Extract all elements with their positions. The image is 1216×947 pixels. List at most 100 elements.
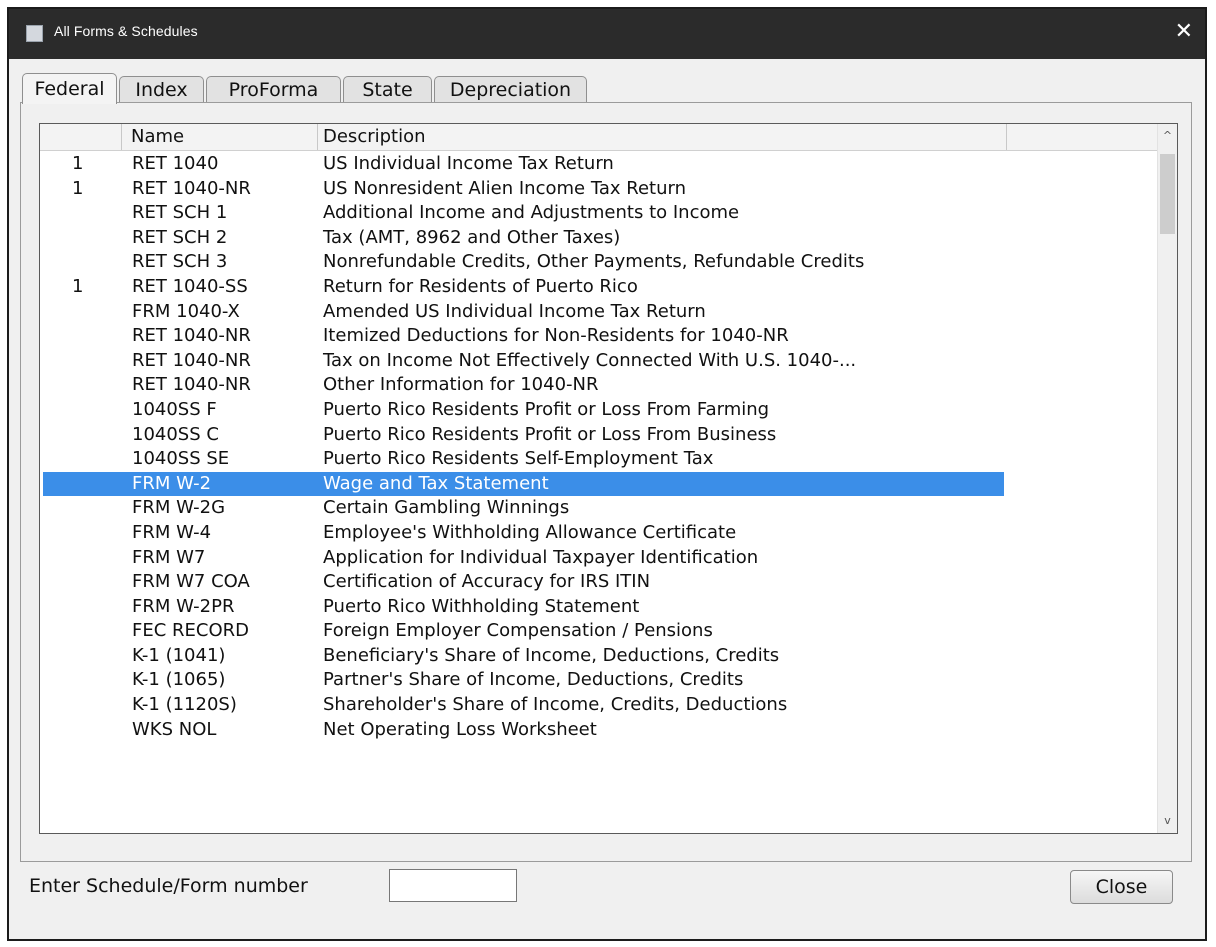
list-header: Name Description: [40, 124, 1157, 151]
list-row[interactable]: FRM 1040-X Amended US Individual Income T…: [40, 300, 1157, 325]
list-row[interactable]: WKS NOL Net Operating Loss Worksheet: [40, 718, 1157, 743]
tab-index[interactable]: Index: [119, 76, 204, 103]
row-name: K-1 (1041): [132, 644, 226, 666]
scroll-thumb[interactable]: [1160, 154, 1175, 234]
row-name: K-1 (1120S): [132, 694, 237, 716]
title-bar: All Forms & Schedules ✕: [9, 9, 1205, 59]
list-row[interactable]: 1 RET 1040-SS Return for Residents of Puer…: [40, 275, 1157, 300]
tab-state[interactable]: State: [343, 76, 432, 103]
row-name: FRM W-4: [132, 521, 212, 543]
scroll-down-icon[interactable]: v: [1158, 811, 1177, 831]
row-description: Additional Income and Adjustments to Inc…: [323, 202, 740, 224]
list-row[interactable]: FRM W7 COA Certification of Accuracy for …: [40, 570, 1157, 595]
list-row[interactable]: RET SCH 3 Nonrefundable Credits, Other Pa…: [40, 250, 1157, 275]
row-description: Itemized Deductions for Non-Residents fo…: [323, 325, 789, 347]
list-row[interactable]: FRM W7 Application for Individual Taxpaye…: [40, 546, 1157, 571]
row-description: US Individual Income Tax Return: [323, 153, 614, 174]
row-description: Tax (AMT, 8962 and Other Taxes): [323, 226, 621, 248]
close-icon[interactable]: ✕: [1175, 19, 1193, 45]
list-row-selected[interactable]: FRM W-2 Wage and Tax Statement: [40, 471, 1157, 497]
close-button[interactable]: Close: [1070, 870, 1173, 904]
row-name: RET 1040-SS: [132, 275, 248, 297]
row-name: RET 1040-NR: [132, 177, 251, 199]
tab-federal[interactable]: Federal: [22, 73, 117, 104]
row-description: Shareholder's Share of Income, Credits, …: [323, 694, 788, 716]
vertical-scrollbar[interactable]: ^ v: [1157, 124, 1177, 833]
forms-list[interactable]: Name Description 1 RET 1040 US Individual …: [39, 123, 1178, 834]
list-row[interactable]: RET SCH 2 Tax (AMT, 8962 and Other Taxes): [40, 226, 1157, 251]
list-row[interactable]: RET 1040-NR Itemized Deductions for Non-R…: [40, 324, 1157, 349]
row-count: 1: [72, 153, 84, 174]
tab-panel: Name Description 1 RET 1040 US Individual …: [20, 102, 1192, 862]
list-row[interactable]: FRM W-2PR Puerto Rico Withholding Stateme…: [40, 595, 1157, 620]
list-row[interactable]: 1040SS F Puerto Rico Residents Profit or …: [40, 398, 1157, 423]
row-count: 1: [72, 177, 84, 199]
row-description: Puerto Rico Residents Self-Employment Ta…: [323, 448, 714, 470]
row-description: Employee's Withholding Allowance Certifi…: [323, 521, 737, 543]
row-name: FEC RECORD: [132, 620, 249, 642]
list-rows: 1 RET 1040 US Individual Income Tax Return…: [40, 152, 1157, 742]
row-description: Amended US Individual Income Tax Return: [323, 300, 706, 322]
row-description: Puerto Rico Residents Profit or Loss Fro…: [323, 423, 777, 445]
tab-proforma[interactable]: ProForma: [206, 76, 341, 103]
row-name: RET 1040-NR: [132, 325, 251, 347]
row-name: RET SCH 2: [132, 226, 228, 248]
list-row[interactable]: FEC RECORD Foreign Employer Compensation …: [40, 619, 1157, 644]
row-name: 1040SS C: [132, 423, 219, 445]
column-header-count[interactable]: [40, 124, 122, 150]
row-name: 1040SS F: [132, 398, 217, 420]
row-name: RET SCH 3: [132, 251, 228, 273]
row-name: RET 1040-NR: [132, 349, 251, 371]
row-name: FRM W-2: [132, 472, 212, 494]
row-name: FRM W-2PR: [132, 595, 235, 617]
app-icon: [26, 25, 43, 42]
row-name: FRM W7: [132, 546, 206, 568]
row-description: Other Information for 1040-NR: [323, 374, 599, 396]
row-description: Tax on Income Not Effectively Connected …: [323, 349, 857, 371]
list-row[interactable]: 1040SS SE Puerto Rico Residents Self-Empl…: [40, 447, 1157, 472]
forms-dialog: All Forms & Schedules ✕ Federal Index Pr…: [7, 7, 1207, 941]
schedule-number-input[interactable]: [389, 869, 517, 902]
row-description: Certification of Accuracy for IRS ITIN: [323, 571, 651, 593]
column-header-name[interactable]: Name: [122, 124, 318, 150]
row-name: RET 1040-NR: [132, 374, 251, 396]
row-description: Puerto Rico Residents Profit or Loss Fro…: [323, 398, 770, 420]
list-row[interactable]: RET 1040-NR Other Information for 1040-NR: [40, 373, 1157, 398]
list-row[interactable]: RET SCH 1 Additional Income and Adjustmen…: [40, 201, 1157, 226]
list-row[interactable]: 1040SS C Puerto Rico Residents Profit or …: [40, 423, 1157, 448]
column-header-blank: [1007, 124, 1159, 150]
row-description: Certain Gambling Winnings: [323, 497, 570, 519]
row-description: US Nonresident Alien Income Tax Return: [323, 177, 686, 199]
list-row[interactable]: K-1 (1120S) Shareholder's Share of Income…: [40, 693, 1157, 718]
row-description: Puerto Rico Withholding Statement: [323, 595, 640, 617]
row-name: RET 1040: [132, 153, 219, 174]
list-row[interactable]: 1 RET 1040 US Individual Income Tax Return: [40, 152, 1157, 177]
row-name: FRM W-2G: [132, 497, 226, 519]
list-row[interactable]: K-1 (1065) Partner's Share of Income, Ded…: [40, 668, 1157, 693]
row-count: 1: [72, 275, 84, 297]
row-description: Beneficiary's Share of Income, Deduction…: [323, 644, 780, 666]
list-row[interactable]: K-1 (1041) Beneficiary's Share of Income,…: [40, 644, 1157, 669]
scroll-up-icon[interactable]: ^: [1158, 126, 1177, 146]
row-name: WKS NOL: [132, 718, 217, 740]
list-row[interactable]: 1 RET 1040-NR US Nonresident Alien Income …: [40, 177, 1157, 202]
window-title: All Forms & Schedules: [54, 23, 198, 39]
row-description: Wage and Tax Statement: [323, 472, 549, 494]
row-name: FRM 1040-X: [132, 300, 240, 322]
row-description: Net Operating Loss Worksheet: [323, 718, 597, 740]
row-description: Application for Individual Taxpayer Iden…: [323, 546, 759, 568]
row-name: 1040SS SE: [132, 448, 230, 470]
row-name: FRM W7 COA: [132, 571, 250, 593]
list-row[interactable]: FRM W-2G Certain Gambling Winnings: [40, 496, 1157, 521]
row-name: K-1 (1065): [132, 669, 226, 691]
row-description: Foreign Employer Compensation / Pensions: [323, 620, 713, 642]
tab-depreciation[interactable]: Depreciation: [434, 76, 587, 103]
row-description: Return for Residents of Puerto Rico: [323, 275, 638, 297]
row-description: Partner's Share of Income, Deductions, C…: [323, 669, 744, 691]
schedule-number-label: Enter Schedule/Form number: [29, 875, 308, 897]
list-row[interactable]: FRM W-4 Employee's Withholding Allowance …: [40, 521, 1157, 546]
column-header-description[interactable]: Description: [318, 124, 1007, 150]
row-name: RET SCH 1: [132, 202, 228, 224]
list-row[interactable]: RET 1040-NR Tax on Income Not Effectively…: [40, 349, 1157, 374]
row-description: Nonrefundable Credits, Other Payments, R…: [323, 251, 865, 273]
